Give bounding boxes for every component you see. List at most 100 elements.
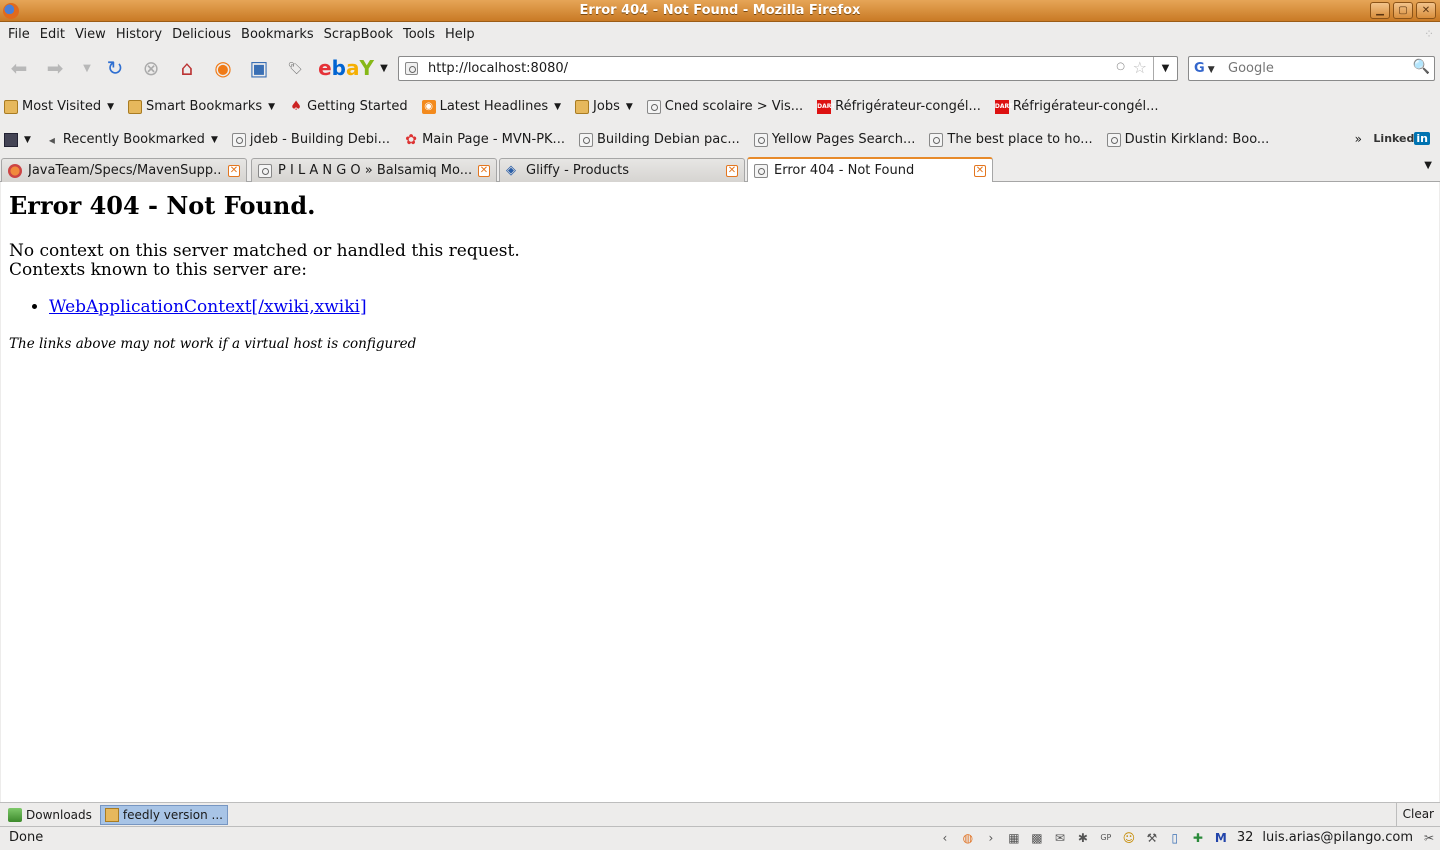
bookmark-mvn-pkg[interactable]: ✿ Main Page - MVN-PK...	[404, 132, 565, 147]
linkedin-icon: in	[1414, 132, 1430, 145]
url-bar[interactable]: http://localhost:8080/ ○ ☆ ▼	[398, 56, 1178, 81]
download-icon	[8, 807, 22, 822]
file-icon	[104, 807, 119, 822]
tools-icon[interactable]: ⚒	[1145, 831, 1159, 845]
search-input[interactable]	[1228, 60, 1408, 77]
bug-icon[interactable]: ✱	[1076, 831, 1090, 845]
bookmark-refrigerateur-1[interactable]: DARTY Réfrigérateur-congél...	[817, 99, 981, 114]
gliffy-icon: ◈	[506, 162, 516, 178]
chevron-down-icon: ▼	[625, 101, 633, 112]
bookmark-most-visited[interactable]: Most Visited ▼	[4, 99, 114, 114]
mail-count[interactable]: 32	[1237, 830, 1254, 845]
linkedin-button[interactable]: Linked in	[1373, 132, 1430, 145]
reload-button[interactable]: ↻	[101, 54, 129, 82]
darty-icon: DARTY	[994, 99, 1017, 114]
menu-help[interactable]: Help	[440, 27, 480, 42]
url-input[interactable]: http://localhost:8080/	[428, 61, 568, 76]
scissors-icon[interactable]: ✂	[1422, 831, 1436, 845]
download-item-feedly[interactable]: feedly version ...	[99, 804, 228, 825]
puzzle-icon[interactable]: ✚	[1191, 831, 1205, 845]
stop-button[interactable]: ⊗	[137, 54, 165, 82]
bookmark-sidebar-button[interactable]: ▣	[245, 54, 273, 82]
site-identity-icon[interactable]	[405, 62, 418, 75]
page-content: Error 404 - Not Found. No context on thi…	[1, 182, 1439, 802]
bookmark-yellow-pages[interactable]: Yellow Pages Search...	[753, 132, 915, 147]
tab-label: Error 404 - Not Found	[774, 163, 915, 178]
close-window-button[interactable]: ✕	[1416, 2, 1436, 19]
smiley-icon[interactable]: ☺	[1122, 831, 1136, 845]
menu-file[interactable]: File	[3, 27, 35, 42]
downloads-button[interactable]: Downloads	[4, 805, 96, 825]
ebay-dropdown-button[interactable]: ▼	[370, 54, 398, 82]
reload-icon: ↻	[106, 56, 124, 80]
search-engine-selector[interactable]: G ▼	[1191, 59, 1225, 78]
envelope-icon[interactable]: ✉	[1053, 831, 1067, 845]
sidebar-icon: ▣	[249, 56, 269, 80]
url-history-dropdown[interactable]: ▼	[1153, 57, 1177, 80]
mail-account[interactable]: luis.arias@pilango.com	[1262, 830, 1413, 845]
menu-delicious[interactable]: Delicious	[167, 27, 236, 42]
menu-history[interactable]: History	[111, 27, 167, 42]
tag-button[interactable]: 🏷	[281, 54, 309, 82]
document-icon[interactable]: ▯	[1168, 831, 1182, 845]
window-titlebar: Error 404 - Not Found - Mozilla Firefox …	[0, 0, 1440, 22]
grid-icon[interactable]: ▩	[1030, 831, 1044, 845]
tab-gliffy[interactable]: ◈ Gliffy - Products ✕	[499, 158, 745, 182]
home-button[interactable]: ⌂	[173, 54, 201, 82]
menu-bookmarks[interactable]: Bookmarks	[236, 27, 319, 42]
bookmark-best-place[interactable]: The best place to ho...	[929, 132, 1093, 147]
gmail-icon[interactable]: M	[1214, 831, 1228, 845]
feed-indicator-icon: ○	[1116, 61, 1125, 72]
bookmark-jobs[interactable]: Jobs ▼	[575, 99, 633, 114]
prev-arrow-icon[interactable]: ‹	[938, 831, 952, 845]
feed-button[interactable]: ◉	[209, 54, 237, 82]
history-dropdown-button[interactable]: ▼	[73, 54, 101, 82]
back-button[interactable]: ⬅	[5, 54, 33, 82]
stop-icon: ⊗	[142, 56, 160, 80]
tab-list-button[interactable]: ▼	[1424, 160, 1432, 171]
bookmark-refrigerateur-2[interactable]: DARTY Réfrigérateur-congél...	[994, 99, 1159, 114]
bookmark-dustin-kirkland[interactable]: Dustin Kirkland: Boo...	[1106, 132, 1269, 147]
scrapbook-menu-button[interactable]: ▼	[4, 132, 31, 147]
tag-icon: ◂	[48, 132, 55, 147]
bookmark-latest-headlines[interactable]: ◉ Latest Headlines ▼	[421, 99, 561, 114]
gp-icon[interactable]: GP	[1099, 831, 1113, 845]
tab-close-icon[interactable]: ✕	[478, 164, 490, 177]
forward-button[interactable]: ➡	[41, 54, 69, 82]
firebug-icon[interactable]: ◍	[961, 831, 975, 845]
tab-javateam[interactable]: JavaTeam/Specs/MavenSupp... ✕	[1, 158, 247, 182]
menu-view[interactable]: View	[70, 27, 111, 42]
tab-close-icon[interactable]: ✕	[726, 164, 738, 177]
context-link[interactable]: WebApplicationContext[/xwiki,xwiki]	[49, 297, 367, 317]
clear-downloads-button[interactable]: Clear	[1395, 803, 1440, 827]
menu-edit[interactable]: Edit	[35, 27, 70, 42]
bookmark-recently-bookmarked[interactable]: ◂ Recently Bookmarked ▼	[45, 132, 218, 147]
menu-tools[interactable]: Tools	[398, 27, 440, 42]
tab-error-404[interactable]: Error 404 - Not Found ✕	[747, 157, 993, 182]
chevron-down-icon: ▼	[268, 101, 276, 112]
bookmark-getting-started[interactable]: ♠ Getting Started	[289, 99, 407, 114]
window-title: Error 404 - Not Found - Mozilla Firefox	[579, 3, 861, 18]
bookmark-star-icon[interactable]: ☆	[1133, 58, 1147, 77]
darty-icon: DARTY	[817, 99, 840, 114]
maximize-button[interactable]: ▢	[1393, 2, 1413, 19]
menu-scrapbook[interactable]: ScrapBook	[319, 27, 398, 42]
bookmark-building-debian[interactable]: Building Debian pac...	[578, 132, 740, 147]
tab-pilango[interactable]: P I L A N G O » Balsamiq Mo... ✕	[251, 158, 497, 182]
bookmark-smart-bookmarks[interactable]: Smart Bookmarks ▼	[128, 99, 275, 114]
page-icon	[646, 99, 661, 114]
page-icon	[754, 163, 768, 178]
bookmark-cned-scolaire[interactable]: Cned scolaire > Vis...	[646, 99, 803, 114]
debian-swirl-icon: ✿	[405, 131, 417, 148]
search-icon[interactable]: 🔍	[1413, 59, 1430, 75]
ebay-button[interactable]: ebaY	[318, 54, 374, 82]
scrapbook-status-icon[interactable]: ▦	[1007, 831, 1021, 845]
bookmark-label: Smart Bookmarks	[146, 99, 263, 114]
minimize-button[interactable]: ▁	[1370, 2, 1390, 19]
folder-icon	[128, 99, 143, 114]
bookmark-jdeb[interactable]: jdeb - Building Debi...	[231, 132, 390, 147]
next-arrow-icon[interactable]: ›	[984, 831, 998, 845]
tab-close-icon[interactable]: ✕	[228, 164, 240, 177]
bookmarks-overflow-button[interactable]: »	[1355, 132, 1362, 146]
tab-close-icon[interactable]: ✕	[974, 164, 986, 177]
